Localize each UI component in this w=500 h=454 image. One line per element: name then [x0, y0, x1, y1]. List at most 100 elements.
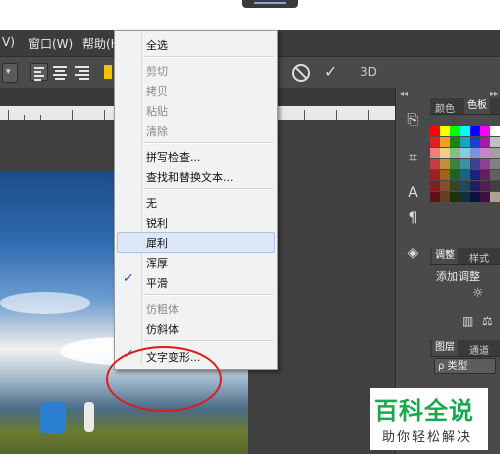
color-swatch[interactable]	[440, 126, 450, 136]
menu-item-aa-crisp[interactable]: 犀利	[146, 235, 168, 251]
menu-item-aa-strong[interactable]: 浑厚	[146, 255, 168, 271]
menu-item-aa-none[interactable]: 无	[146, 195, 157, 211]
tab-channels[interactable]: 通道	[466, 342, 492, 357]
color-swatch[interactable]	[430, 159, 440, 169]
menu-item-aa-smooth[interactable]: 平滑	[146, 275, 168, 291]
color-swatch[interactable]	[460, 170, 470, 180]
color-swatch[interactable]	[480, 192, 490, 202]
properties-icon[interactable]: ⌗	[403, 148, 423, 168]
cancel-icon[interactable]	[292, 64, 310, 82]
annotation-circle	[106, 346, 222, 412]
collapse-right-icon[interactable]: ▸▸	[490, 89, 498, 98]
color-swatch[interactable]	[470, 192, 480, 202]
color-swatch[interactable]	[470, 148, 480, 158]
menu-item-select-all[interactable]: 全选	[146, 37, 168, 53]
color-swatch[interactable]	[460, 148, 470, 158]
3d-button[interactable]: 3D	[360, 65, 377, 79]
color-swatch[interactable]	[470, 159, 480, 169]
swatch-grid[interactable]	[430, 126, 500, 236]
brightness-icon[interactable]: ☼	[472, 286, 484, 301]
watermark-title: 百科全说	[374, 397, 474, 425]
color-swatch[interactable]	[490, 192, 500, 202]
color-swatch[interactable]	[450, 181, 460, 191]
color-swatch[interactable]	[490, 181, 500, 191]
text-color-swatch[interactable]	[104, 65, 112, 79]
color-swatch[interactable]	[430, 170, 440, 180]
levels-icon[interactable]: ▥	[462, 314, 473, 328]
color-swatch[interactable]	[460, 181, 470, 191]
color-swatch[interactable]	[460, 192, 470, 202]
color-swatch[interactable]	[470, 137, 480, 147]
color-swatch[interactable]	[450, 126, 460, 136]
menu-item-paste: 粘贴	[146, 105, 168, 118]
color-swatch[interactable]	[430, 148, 440, 158]
color-swatch[interactable]	[470, 126, 480, 136]
color-swatch[interactable]	[450, 170, 460, 180]
menu-view[interactable]: V)	[2, 35, 15, 49]
color-swatch[interactable]	[450, 137, 460, 147]
color-swatch[interactable]	[440, 148, 450, 158]
commit-icon[interactable]: ✓	[324, 62, 337, 81]
color-swatch[interactable]	[490, 159, 500, 169]
type-menu: 全选 剪切 拷贝 粘贴 清除 拼写检查... 查找和替换文本... 无 锐利 犀…	[114, 30, 278, 370]
character-icon[interactable]: A	[403, 183, 423, 203]
color-swatch[interactable]	[480, 170, 490, 180]
person-arm	[84, 402, 94, 432]
color-swatch[interactable]	[450, 148, 460, 158]
chevron-down-icon: ▾	[6, 67, 11, 77]
color-swatch[interactable]	[460, 137, 470, 147]
color-swatch[interactable]	[490, 137, 500, 147]
menu-item-aa-sharp[interactable]: 锐利	[146, 215, 168, 231]
balance-icon[interactable]: ⚖	[482, 314, 493, 328]
watermark-subtitle: 助你轻松解决	[382, 430, 473, 445]
align-right-button[interactable]	[75, 64, 89, 82]
color-swatch[interactable]	[440, 170, 450, 180]
3d-icon[interactable]: ◈	[403, 243, 423, 263]
color-swatch[interactable]	[440, 159, 450, 169]
align-center-button[interactable]	[53, 64, 67, 82]
color-swatch[interactable]	[490, 126, 500, 136]
menu-item-find-replace[interactable]: 查找和替换文本...	[146, 169, 234, 185]
layer-filter-value: ρ 类型	[438, 361, 468, 372]
font-size-dropdown[interactable]: ▾	[2, 63, 18, 83]
tab-adjustments[interactable]: 调整	[432, 248, 458, 264]
color-swatch[interactable]	[480, 159, 490, 169]
tab-swatches[interactable]: 色板	[464, 98, 490, 114]
color-swatch[interactable]	[480, 148, 490, 158]
layers-panel-tabs: 图层 通道	[430, 340, 500, 357]
layer-filter-dropdown[interactable]: ρ 类型	[434, 358, 496, 374]
color-swatch[interactable]	[480, 137, 490, 147]
color-swatch[interactable]	[430, 181, 440, 191]
align-left-button[interactable]	[30, 63, 48, 81]
paragraph-icon[interactable]: ¶	[403, 208, 423, 228]
color-swatch[interactable]	[460, 126, 470, 136]
color-swatch[interactable]	[480, 126, 490, 136]
title-handle	[242, 0, 298, 8]
history-icon[interactable]: ⎘	[403, 110, 423, 130]
color-swatch[interactable]	[430, 137, 440, 147]
menu-item-clear: 清除	[146, 125, 168, 138]
color-swatch[interactable]	[460, 159, 470, 169]
color-swatch[interactable]	[480, 181, 490, 191]
color-swatch[interactable]	[490, 170, 500, 180]
menu-item-copy: 拷贝	[146, 85, 168, 98]
color-swatch[interactable]	[450, 159, 460, 169]
tab-layers[interactable]: 图层	[432, 340, 458, 356]
checkmark-icon: ✓	[123, 271, 134, 286]
color-swatch[interactable]	[430, 126, 440, 136]
tab-styles[interactable]: 样式	[466, 250, 492, 265]
menu-item-faux-italic[interactable]: 仿斜体	[146, 321, 179, 337]
collapse-left-icon[interactable]: ◂◂	[400, 89, 408, 98]
adjustments-title: 添加调整	[436, 270, 480, 283]
color-swatch[interactable]	[470, 181, 480, 191]
color-swatch[interactable]	[490, 148, 500, 158]
color-swatch[interactable]	[440, 137, 450, 147]
color-swatch[interactable]	[450, 192, 460, 202]
menu-item-spell-check[interactable]: 拼写检查...	[146, 149, 201, 165]
color-swatch[interactable]	[470, 170, 480, 180]
color-swatch[interactable]	[440, 181, 450, 191]
menu-window[interactable]: 窗口(W)	[28, 35, 73, 52]
color-swatch[interactable]	[440, 192, 450, 202]
color-swatch[interactable]	[430, 192, 440, 202]
tab-color[interactable]: 颜色	[432, 100, 458, 115]
